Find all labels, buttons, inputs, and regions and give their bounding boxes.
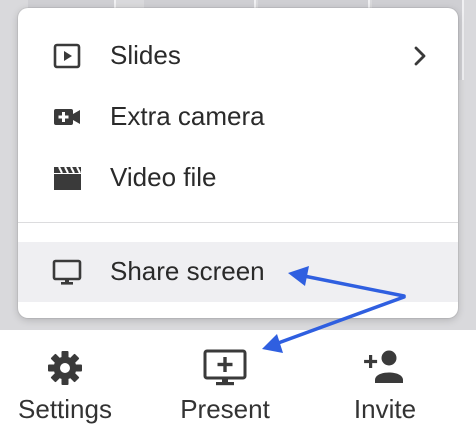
video-camera-add-icon (54, 109, 80, 125)
menu-item-extra-camera[interactable]: Extra camera (18, 87, 458, 147)
menu-item-label: Share screen (110, 256, 265, 286)
menu-item-slides[interactable]: Slides (18, 26, 458, 86)
invite-label: Invite (353, 394, 417, 424)
add-person-icon (364, 350, 403, 383)
present-label: Present (180, 394, 270, 424)
invite-button[interactable]: Invite (310, 330, 460, 444)
menu-divider (18, 222, 458, 223)
chevron-right-icon (414, 46, 426, 66)
settings-label: Settings (18, 394, 112, 424)
menu-item-share-screen[interactable]: Share screen (18, 242, 458, 302)
menu-item-video-file[interactable]: Video file (18, 148, 458, 208)
clapperboard-icon (54, 166, 81, 190)
present-button[interactable]: Present (150, 330, 300, 444)
menu-item-label: Video file (110, 162, 217, 192)
slides-play-icon (53, 43, 81, 69)
bottom-toolbar: Settings Present Invite (0, 330, 476, 444)
menu-item-label: Slides (110, 40, 181, 70)
settings-button[interactable]: Settings (0, 330, 140, 444)
monitor-icon (52, 259, 82, 285)
menu-item-label: Extra camera (110, 101, 265, 131)
present-menu: Slides Extra camera Video file Share scr… (18, 8, 458, 318)
present-screen-icon (203, 349, 247, 386)
gear-icon (48, 351, 82, 385)
